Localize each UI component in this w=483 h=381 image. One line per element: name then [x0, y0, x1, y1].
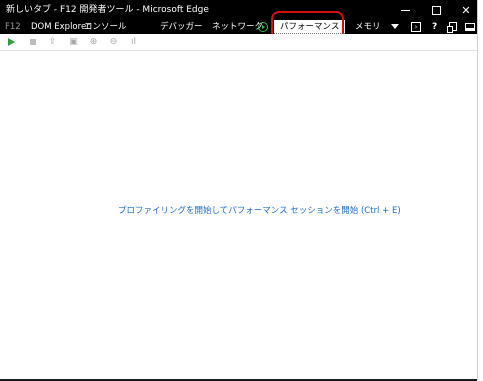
minimize-button[interactable] — [390, 0, 420, 20]
start-profiling-button[interactable] — [8, 37, 19, 48]
dock-icon[interactable] — [465, 23, 475, 31]
tab-console[interactable]: コンソール — [84, 20, 127, 34]
zoom-out-button[interactable]: ⊖ — [108, 37, 119, 48]
f12-label: F12 — [5, 22, 21, 32]
window-title: 新しいタブ - F12 開発者ツール - Microsoft Edge — [6, 5, 209, 15]
emulation-icon[interactable] — [447, 22, 457, 33]
tab-dom-explorer[interactable]: DOM Explorer — [31, 20, 90, 34]
tool-tab-bar: F12 DOM Explorer コンソール デバッガー ネットワーク パフォー… — [0, 20, 477, 34]
right-margin — [478, 0, 483, 381]
title-bar: 新しいタブ - F12 開発者ツール - Microsoft Edge ✕ — [0, 0, 477, 20]
start-profiling-link[interactable]: プロファイリングを開始してパフォーマンス セッションを開始 (Ctrl + E) — [118, 205, 401, 217]
import-button[interactable]: ⇪ — [47, 37, 58, 48]
help-icon[interactable]: ? — [432, 20, 437, 34]
chart-icon: ıl — [130, 37, 136, 47]
save-button[interactable]: ▣ — [68, 37, 79, 48]
stop-profiling-button[interactable] — [28, 37, 39, 48]
console-toggle-icon[interactable]: › — [411, 22, 421, 32]
import-icon: ⇪ — [48, 37, 57, 47]
close-icon: ✕ — [461, 3, 471, 17]
more-tabs-dropdown-icon[interactable] — [391, 24, 399, 29]
minimize-icon — [400, 9, 410, 11]
network-recording-icon — [258, 22, 268, 32]
close-button[interactable]: ✕ — [451, 0, 481, 20]
zoom-in-button[interactable]: ⊕ — [88, 37, 99, 48]
save-icon: ▣ — [69, 37, 78, 47]
tab-debugger[interactable]: デバッガー — [160, 20, 203, 34]
chart-button[interactable]: ıl — [128, 37, 139, 48]
maximize-button[interactable] — [421, 0, 451, 20]
devtools-window: 新しいタブ - F12 開発者ツール - Microsoft Edge ✕ F1… — [0, 0, 478, 381]
performance-toolbar: ⇪ ▣ ⊕ ⊖ ıl — [0, 34, 477, 51]
stop-icon — [30, 39, 36, 45]
tab-network[interactable]: ネットワーク — [212, 20, 263, 34]
maximize-icon — [431, 5, 441, 15]
tab-performance[interactable]: パフォーマンス — [274, 20, 346, 34]
zoom-in-icon: ⊕ — [89, 37, 98, 47]
zoom-out-icon: ⊖ — [109, 37, 118, 47]
play-icon — [8, 38, 15, 46]
tab-memory[interactable]: メモリ — [355, 20, 381, 34]
